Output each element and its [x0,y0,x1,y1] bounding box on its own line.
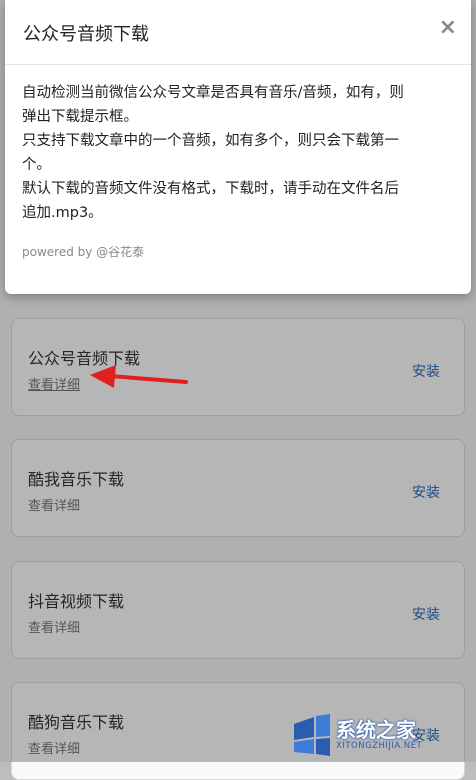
arrow-shaft [108,374,188,384]
modal-text-line: 自动检测当前微信公众号文章是否具有音乐/音频，如有，则 [22,85,404,101]
watermark-name: 系统之家 [336,718,416,742]
watermark-url: XITONGZHIJIA.NET [336,741,423,751]
modal-body: 自动检测当前微信公众号文章是否具有音乐/音频，如有，则 弹出下载提示框。 只支持… [22,81,454,225]
modal-text-line: 只支持下载文章中的一个音频，如有多个，则只会下载第一 [22,133,399,149]
modal-text-line: 个。 [22,157,51,173]
modal-text-line: 弹出下载提示框。 [22,109,138,125]
red-arrow-annotation [90,365,188,388]
modal-title: 公众号音频下载 [23,24,149,45]
modal-header: 公众号音频下载 × [5,0,471,65]
modal-text-line: 追加.mp3。 [22,205,103,221]
watermark: 系统之家 XITONGZHIJIA.NET [290,710,468,758]
watermark-logo-icon [294,714,330,756]
info-modal: 公众号音频下载 × 自动检测当前微信公众号文章是否具有音乐/音频，如有，则 弹出… [5,0,471,294]
modal-footer: powered by @谷花泰 [22,245,145,259]
arrow-head [90,365,116,388]
close-icon[interactable]: × [439,15,457,40]
modal-text-line: 默认下载的音频文件没有格式，下载时，请手动在文件名后 [22,181,399,197]
